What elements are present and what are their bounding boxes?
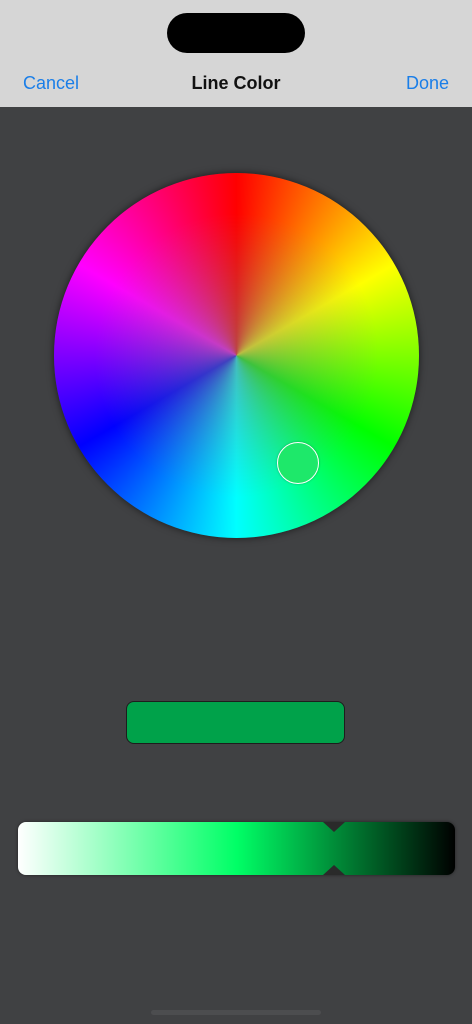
slider-thumb-bottom-notch[interactable]	[323, 865, 345, 875]
navigation-bar: Cancel Line Color Done	[0, 0, 472, 107]
home-indicator	[151, 1010, 321, 1015]
slider-thumb-top-notch[interactable]	[323, 822, 345, 832]
dynamic-island	[167, 13, 305, 53]
color-wheel[interactable]	[54, 173, 419, 538]
done-button[interactable]: Done	[406, 73, 449, 94]
page-title: Line Color	[191, 73, 281, 93]
brightness-slider[interactable]	[18, 822, 455, 875]
selected-color-swatch	[126, 701, 345, 744]
color-wheel-picker-handle[interactable]	[277, 442, 319, 484]
saturation-fade	[54, 173, 419, 538]
